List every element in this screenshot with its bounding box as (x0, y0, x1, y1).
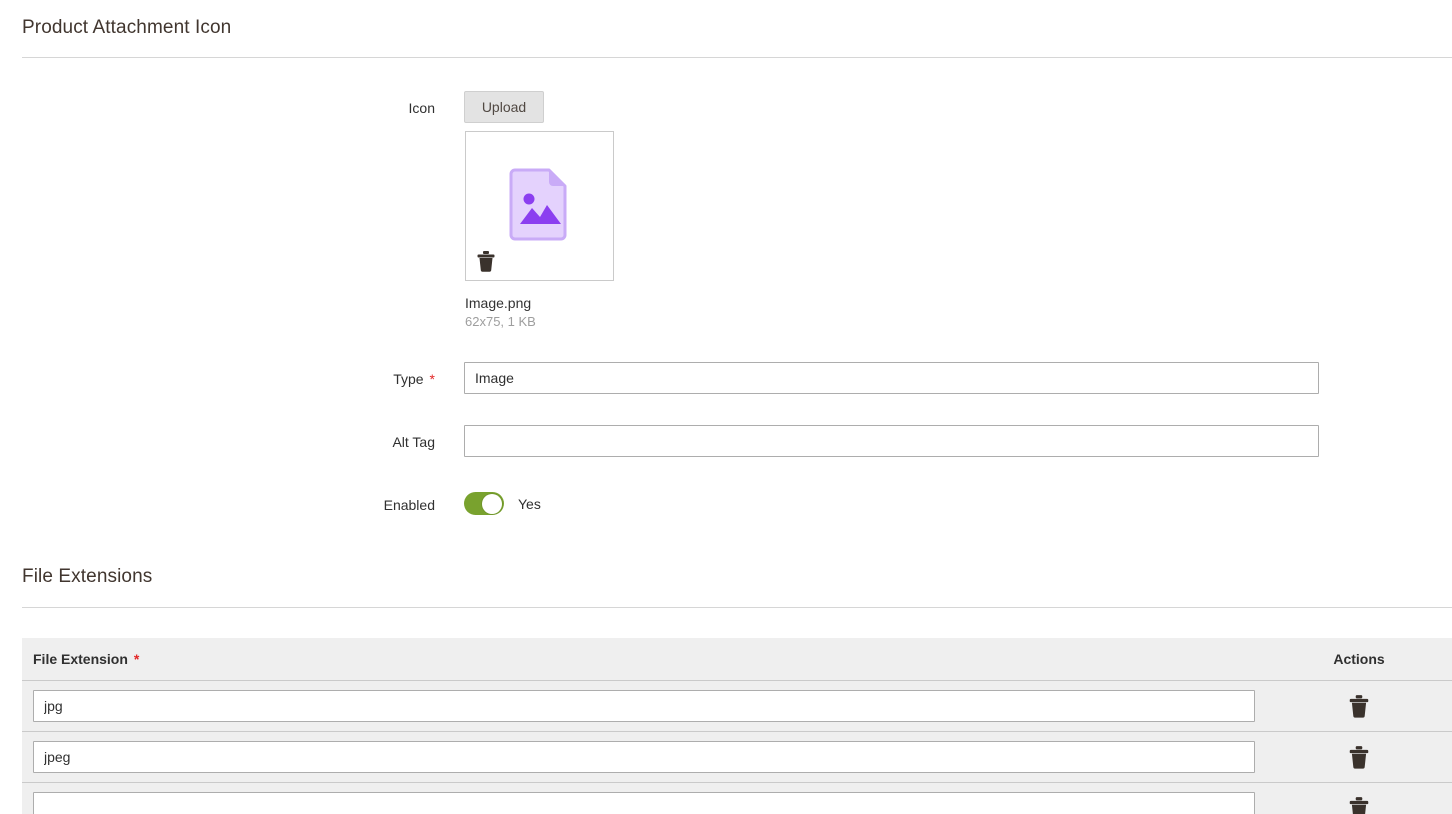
actions-cell (1266, 782, 1452, 814)
table-header-row: File Extension * Actions (22, 638, 1452, 681)
trash-icon[interactable] (1348, 745, 1370, 769)
table-row (22, 731, 1452, 783)
table-body (22, 680, 1452, 814)
extension-input[interactable] (33, 690, 1255, 722)
extension-cell (22, 680, 1266, 732)
extension-input[interactable] (33, 792, 1255, 814)
uploaded-file-name: Image.png (465, 295, 532, 311)
image-file-icon (509, 168, 566, 241)
type-label-text: Type (393, 371, 424, 387)
required-marker: * (133, 651, 140, 667)
uploaded-file-meta: 62x75, 1 KB (465, 314, 536, 329)
alt-tag-input[interactable] (464, 425, 1319, 457)
alt-tag-label: Alt Tag (392, 434, 435, 450)
type-label: Type * (0, 370, 435, 388)
delete-icon[interactable] (476, 250, 496, 272)
page-title: Product Attachment Icon (22, 17, 232, 38)
enabled-state-text: Yes (518, 495, 541, 512)
file-extensions-table: File Extension * Actions (22, 638, 1452, 814)
actions-cell (1266, 731, 1452, 783)
trash-icon[interactable] (1348, 796, 1370, 814)
table-row (22, 782, 1452, 814)
enabled-toggle[interactable] (464, 492, 504, 515)
product-attachment-icon-page: Product Attachment Icon Icon Upload Imag… (0, 0, 1452, 814)
section-divider (22, 607, 1452, 608)
table-row (22, 680, 1452, 732)
icon-preview-tile (465, 131, 614, 281)
file-extensions-title: File Extensions (22, 566, 153, 587)
column-header-label: File Extension (33, 651, 128, 667)
actions-cell (1266, 680, 1452, 732)
upload-button[interactable]: Upload (464, 91, 544, 123)
required-marker: * (429, 371, 435, 387)
column-header-file-extension: File Extension * (22, 638, 1266, 681)
extension-cell (22, 782, 1266, 814)
trash-icon[interactable] (1348, 694, 1370, 718)
extension-cell (22, 731, 1266, 783)
toggle-knob (482, 493, 502, 514)
type-input[interactable] (464, 362, 1319, 394)
column-header-actions: Actions (1266, 638, 1452, 681)
section-divider (22, 57, 1452, 58)
enabled-label: Enabled (383, 497, 435, 513)
extension-input[interactable] (33, 741, 1255, 773)
icon-label: Icon (408, 100, 435, 116)
enabled-toggle-group: Yes (464, 492, 541, 515)
table-head: File Extension * Actions (22, 638, 1452, 681)
